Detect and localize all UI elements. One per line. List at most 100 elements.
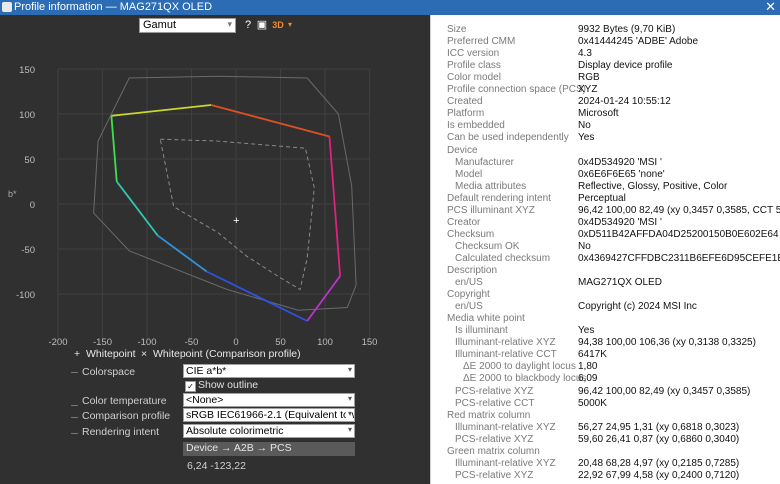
property-row: Preferred CMM 0x41444245 'ADBE' Adobe <box>431 36 780 48</box>
show-outline-label: Show outline <box>198 379 259 391</box>
property-value: Perceptual <box>578 192 626 204</box>
property-row: Checksum OK No <box>431 241 780 253</box>
help-icon[interactable]: ? <box>242 19 254 31</box>
y-tick-label: 100 <box>19 110 35 121</box>
property-value: Yes <box>578 132 595 144</box>
spectrum-outline <box>93 75 357 311</box>
y-tick-label: 0 <box>30 200 35 211</box>
color-temperature-label: Color temperature <box>82 395 167 407</box>
colorspace-select[interactable]: CIE a*b* ▾ <box>183 364 355 378</box>
property-value: 0xD511B42AFFDA04D25200150B0E602E64 <box>578 228 779 240</box>
property-key: Manufacturer <box>455 156 514 168</box>
app-icon <box>2 2 12 12</box>
comparison-profile-select[interactable]: sRGB IEC61966-2.1 (Equivalent to www.s ▾ <box>183 408 355 422</box>
rendering-intent-select[interactable]: Absolute colorimetric ▾ <box>183 424 355 438</box>
property-row: Green matrix column <box>431 446 780 458</box>
property-value: 0x41444245 'ADBE' Adobe <box>578 36 699 48</box>
divider <box>71 433 78 434</box>
title-bar: Profile information — MAG271QX OLED ✕ <box>0 0 780 15</box>
property-value: 9932 Bytes (9,70 KiB) <box>578 24 676 35</box>
property-row: Model 0x6E6F6E65 'none' <box>431 169 780 181</box>
property-row: Illuminant-relative CCT 6417K <box>431 349 780 361</box>
property-row: Profile connection space (PCS) XYZ <box>431 84 780 96</box>
property-key: Created <box>447 96 483 108</box>
property-key: Description <box>447 265 498 276</box>
property-row: Red matrix column <box>431 410 780 422</box>
property-row: Illuminant-relative XYZ 56,27 24,95 1,31 … <box>431 422 780 434</box>
close-icon[interactable]: ✕ <box>765 0 776 15</box>
property-key: Illuminant-relative XYZ <box>455 337 556 349</box>
property-value: 59,60 26,41 0,87 (xy 0,6860 0,3040) <box>578 433 740 445</box>
property-value: XYZ <box>578 84 598 96</box>
gamut-edge-magenta <box>306 275 341 322</box>
property-row: Size 9932 Bytes (9,70 KiB) <box>431 24 780 36</box>
threed-menu-arrow-icon[interactable]: ▾ <box>284 19 296 31</box>
gamut-edge-red-yellow <box>210 104 330 138</box>
property-value: 96,42 100,00 82,49 (xy 0,3457 0,3585, CC… <box>578 204 780 216</box>
property-row: Is embedded No <box>431 120 780 132</box>
property-row: Can be used independently Yes <box>431 132 780 144</box>
property-row: Profile class Display device profile <box>431 60 780 72</box>
x-tick-label: -200 <box>48 337 67 345</box>
property-value: 22,92 67,99 4,58 (xy 0,2400 0,7120) <box>578 469 740 481</box>
property-key: Size <box>447 24 467 35</box>
property-key: Copyright <box>447 289 490 301</box>
property-key: en/US <box>455 301 483 313</box>
gamut-panel: Gamut ▾ ? ▣ 3D ▾ -200 -150 -100 -50 0 50 100 15… <box>0 15 430 484</box>
property-row: Created 2024-01-24 10:55:12 <box>431 96 780 108</box>
color-temperature-select[interactable]: <None> ▾ <box>183 393 355 407</box>
property-key: Media white point <box>447 313 525 325</box>
property-value: 6,09 <box>578 373 598 385</box>
gamut-edge-blue <box>206 270 308 322</box>
property-key: PCS-relative XYZ <box>455 385 534 397</box>
property-key: Red matrix column <box>447 409 531 421</box>
property-row: Description <box>431 265 780 277</box>
property-value: 4.3 <box>578 48 592 60</box>
property-key: Model <box>455 168 483 180</box>
property-row: Default rendering intent Perceptual <box>431 193 780 205</box>
property-key: Calculated checksum <box>455 252 551 264</box>
property-key: Can be used independently <box>447 132 569 144</box>
divider <box>71 372 78 373</box>
x-tick-label: -100 <box>137 337 156 345</box>
y-tick-label: 150 <box>19 65 35 76</box>
whitepoint-marker: + <box>233 215 239 227</box>
chevron-down-icon: ▾ <box>345 425 352 434</box>
property-row: PCS-relative XYZ 22,92 67,99 4,58 (xy 0,2… <box>431 470 780 482</box>
threed-icon[interactable]: 3D <box>271 19 285 31</box>
property-key: Illuminant-relative XYZ <box>455 421 556 433</box>
property-row: Device <box>431 145 780 157</box>
y-tick-label: 50 <box>24 155 35 166</box>
property-value: 1,80 <box>578 361 598 373</box>
property-value: Copyright (c) 2024 MSI Inc <box>578 301 697 313</box>
property-value: No <box>578 240 591 252</box>
profile-properties-list: Size 9932 Bytes (9,70 KiB) Preferred CMM 0x… <box>430 15 780 484</box>
property-key: ΔE 2000 to daylight locus <box>463 361 576 373</box>
show-outline-checkbox[interactable]: ✓ Show outline <box>185 379 258 392</box>
property-value: RGB <box>578 72 600 84</box>
property-row: Checksum 0xD511B42AFFDA04D25200150B0E602E… <box>431 229 780 241</box>
property-row: ICC version 4.3 <box>431 48 780 60</box>
comparison-profile-label: Comparison profile <box>82 410 171 422</box>
image-icon[interactable]: ▣ <box>256 19 268 31</box>
property-row: Manufacturer 0x4D534920 'MSI ' <box>431 157 780 169</box>
gamut-edge-red-magenta <box>328 136 342 277</box>
property-value: Reflective, Glossy, Positive, Color <box>578 180 728 192</box>
colorspace-label: Colorspace <box>82 366 136 378</box>
property-value: 5000K <box>578 397 607 409</box>
legend-comparison: × Whitepoint (Comparison profile) <box>141 348 301 360</box>
comparison-profile-value: sRGB IEC61966-2.1 (Equivalent to www.s <box>186 409 354 421</box>
property-row: Platform Microsoft <box>431 108 780 120</box>
property-value: Display device profile <box>578 60 673 72</box>
view-select[interactable]: Gamut ▾ <box>139 18 236 33</box>
property-key: Profile class <box>447 60 501 72</box>
property-key: Media attributes <box>455 180 527 192</box>
chevron-down-icon: ▾ <box>227 19 232 29</box>
property-value: Microsoft <box>578 108 619 120</box>
property-row: en/US MAG271QX OLED <box>431 277 780 289</box>
property-value: 0x4369427CFFDBC2311B6EFE6D95CEFE1E <box>578 252 780 264</box>
property-key: PCS-relative XYZ <box>455 469 534 481</box>
property-value: 6417K <box>578 349 607 361</box>
property-value: MAG271QX OLED <box>578 277 662 289</box>
property-value: 94,38 100,00 106,36 (xy 0,3138 0,3325) <box>578 337 756 349</box>
